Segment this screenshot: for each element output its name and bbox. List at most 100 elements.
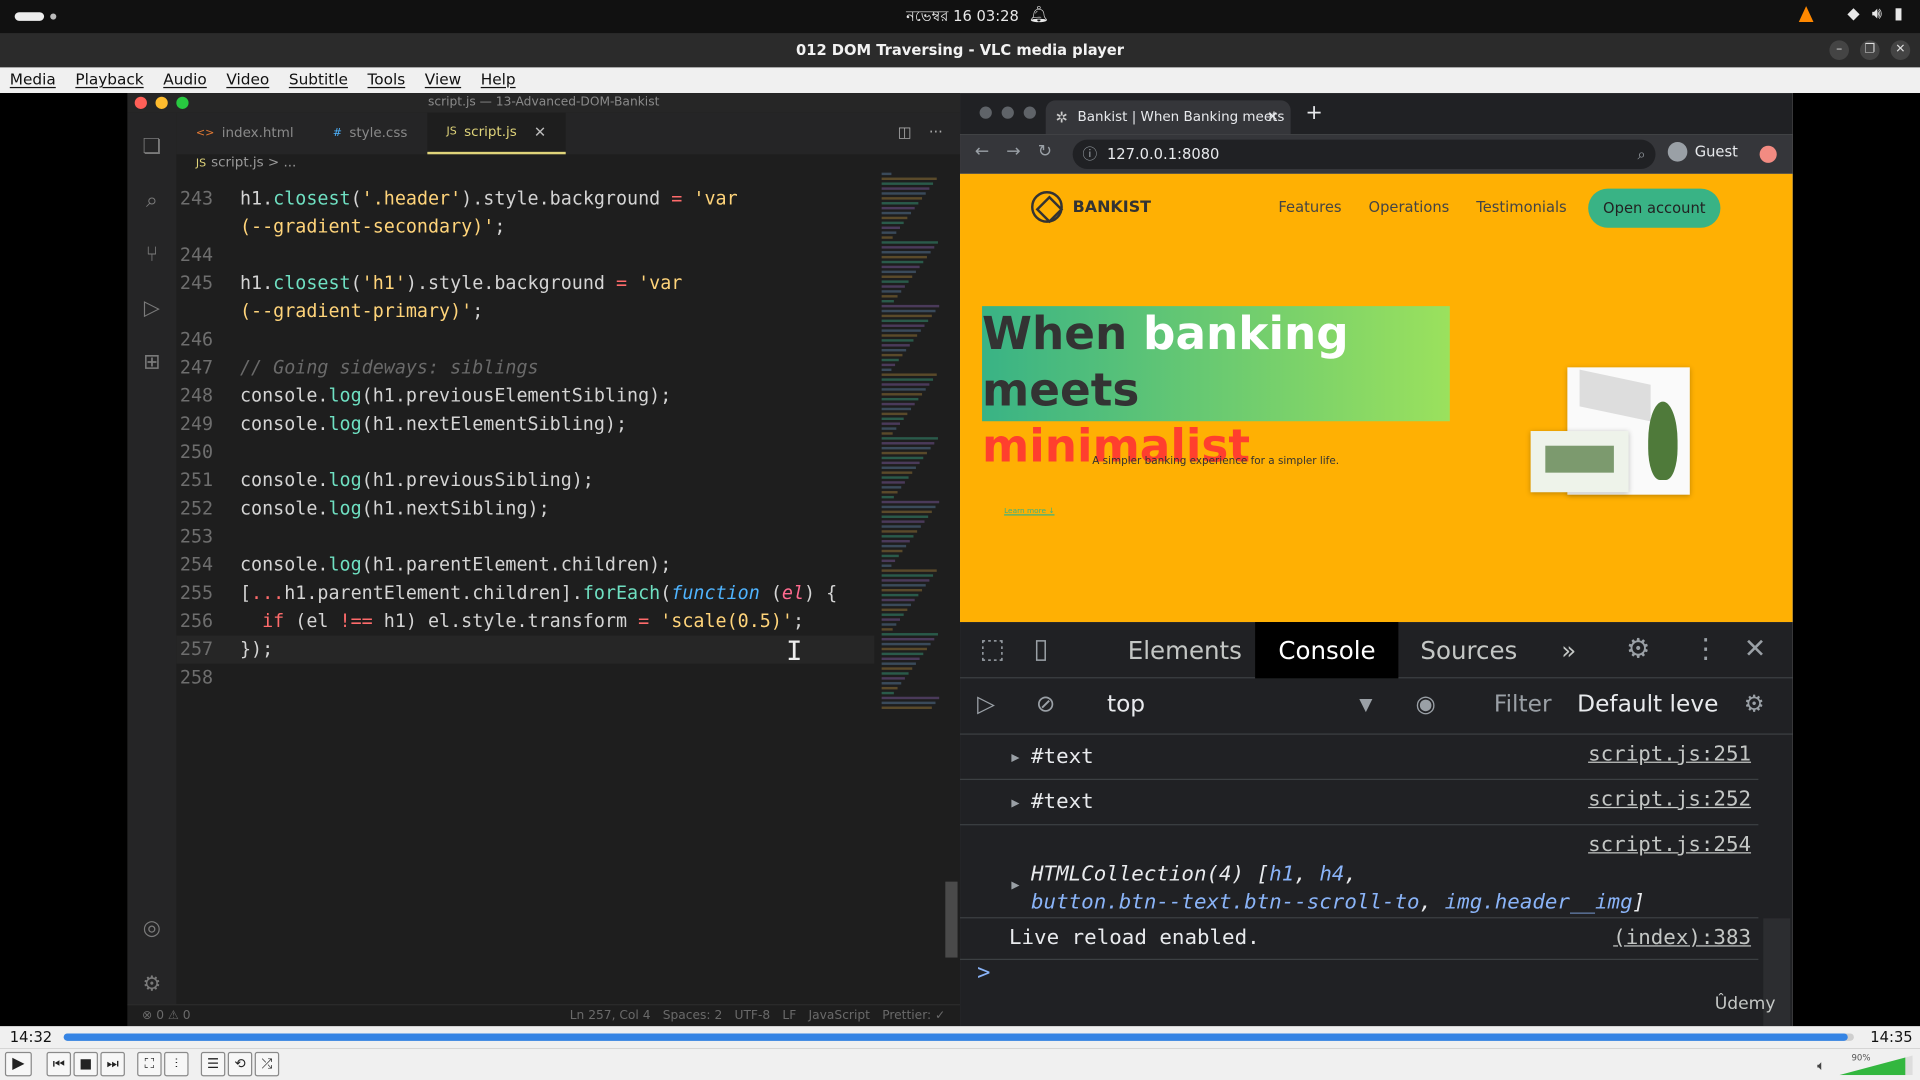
minimap-line (881, 265, 920, 269)
menu-view[interactable]: View (415, 67, 471, 93)
tab-script-js: JS script.js ✕ (426, 112, 566, 155)
minimap-line (881, 402, 915, 406)
sidebar-toggle-icon: ▷ (977, 690, 996, 718)
battery-icon: ▮ (1894, 4, 1903, 24)
menu-help[interactable]: Help (471, 67, 525, 93)
video-frame[interactable]: script.js — 13-Advanced-DOM-Bankist ❏ ⌕ … (0, 93, 1920, 1027)
notification-bell-icon[interactable]: 🔔︎ (1029, 6, 1049, 24)
minimap-line (881, 471, 913, 474)
devtools-menu-icon: ⋮ (1692, 634, 1720, 665)
minimap-line (881, 216, 908, 220)
extended-settings-icon[interactable]: ⫶ (164, 1051, 189, 1077)
minimap-line (881, 672, 909, 675)
minimap-line (881, 608, 908, 612)
next-icon[interactable]: ⏭ (100, 1051, 125, 1077)
js-file-icon: JS (446, 126, 457, 139)
line-number: 243 (179, 187, 214, 210)
vlc-title-bar: 012 DOM Traversing - VLC media player – … (0, 33, 1920, 68)
minimap-line (881, 662, 916, 665)
status-bar: ⊗ 0 ⚠ 0 Ln 257, Col 4 Spaces: 2 UTF-8 LF… (127, 1004, 961, 1027)
minimap-line (881, 241, 938, 244)
seek-bar[interactable]: 14:32 14:35 (0, 1026, 1920, 1049)
minimap-line (881, 368, 892, 372)
previous-icon[interactable]: ⏮ (46, 1051, 72, 1077)
minimap-line (881, 417, 904, 421)
menu-media[interactable]: Media (0, 67, 66, 93)
restore-button[interactable]: ❐ (1860, 40, 1880, 61)
encoding: UTF-8 (734, 1008, 771, 1023)
collection-item: h4 (1319, 862, 1345, 887)
tab-index-html: <> index.html (176, 113, 313, 155)
close-button[interactable]: ✕ (1890, 40, 1911, 61)
loop-icon[interactable]: ⟲ (227, 1051, 253, 1077)
minimap-line (881, 451, 927, 455)
minimap-line (881, 628, 893, 631)
line-number: 247 (179, 356, 214, 379)
extensions-icon: ⊞ (143, 350, 161, 375)
source-link: script.js:252 (1588, 787, 1752, 812)
menu-tools[interactable]: Tools (358, 67, 415, 93)
minimap-line (881, 647, 927, 651)
workspace-dot (50, 13, 57, 20)
vscode-minimize-dot (155, 96, 168, 109)
play-button[interactable]: ▶ (4, 1051, 32, 1077)
minimap-line (881, 280, 909, 283)
vlc-tray-icon[interactable] (1798, 6, 1814, 23)
code-line: 253 (176, 523, 874, 551)
devtools-tabs: ⬚ ▯ Elements Console Sources » ⚙ ⋮ ✕ (960, 622, 1793, 679)
volume-icon: 🔊︎ (1871, 4, 1882, 24)
console-output: ▶ #text script.js:251 ▶ #text script.js:… (960, 735, 1759, 961)
minimap-line (881, 682, 902, 685)
browser-toolbar: ← → ↻ ⓘ 127.0.0.1:8080 ⌕ Guest (960, 134, 1793, 174)
seek-track[interactable] (63, 1033, 1854, 1041)
minimap-line (881, 652, 924, 656)
learn-more-link: Learn more ↓ (1004, 506, 1055, 516)
source-control-icon: ⑂ (145, 242, 159, 267)
udemy-watermark: Ûdemy (1714, 994, 1776, 1014)
vscode-window: script.js — 13-Advanced-DOM-Bankist ❏ ⌕ … (127, 93, 961, 1027)
playlist-icon[interactable]: ☰ (200, 1051, 226, 1077)
code-line: 249 console.log(h1.nextElementSibling); (176, 410, 874, 438)
live-expression-icon: ◉ (1415, 690, 1436, 718)
activities-indicator[interactable] (14, 12, 45, 21)
nav-features: Features (1278, 198, 1342, 216)
hero-heading: When banking meets minimalist (982, 306, 1472, 475)
minimize-button[interactable]: – (1829, 40, 1849, 61)
vscode-title: script.js — 13-Advanced-DOM-Bankist (427, 95, 660, 109)
code-text: console.log(h1.nextElementSibling); (240, 412, 628, 435)
editor-actions: ◫ ··· (898, 124, 943, 141)
stop-icon[interactable]: ■ (73, 1051, 98, 1077)
minimap-line (881, 677, 905, 680)
system-clock[interactable]: নভেম্বর 16 03:28 (906, 6, 1019, 30)
console-text: #text (1031, 744, 1094, 769)
headline-word: When (982, 307, 1144, 361)
collection-item: button.btn--text.btn--scroll-to (1031, 890, 1420, 915)
devtools-close-icon: ✕ (1743, 634, 1767, 665)
collection-prefix: HTMLCollection(4) [ (1031, 862, 1270, 887)
menu-subtitle[interactable]: Subtitle (279, 67, 358, 93)
menu-video[interactable]: Video (217, 67, 279, 93)
code-text: // Going sideways: siblings (240, 356, 539, 379)
minimap-line (881, 579, 930, 582)
speaker-icon: 🔈︎ (1817, 1057, 1826, 1074)
menu-playback[interactable]: Playback (66, 67, 154, 93)
fullscreen-icon[interactable]: ⛶ (137, 1051, 162, 1077)
minimap-line (881, 520, 925, 523)
logo-text: BANKIST (1072, 197, 1152, 217)
system-tray[interactable]: ◆ 🔊︎ ▮ (1798, 5, 1903, 23)
minimap-line (881, 295, 898, 298)
total-time[interactable]: 14:35 (1870, 1029, 1912, 1046)
minimap-line (881, 251, 931, 254)
code-line: 257}); (176, 635, 875, 664)
line-number: 249 (179, 412, 214, 435)
playback-controls: ▶ ⏮ ■ ⏭ ⛶ ⫶ ☰ ⟲ ⤮ 🔈︎ 90% (0, 1048, 1920, 1080)
line-number: 252 (179, 497, 214, 520)
minimap-line (881, 197, 923, 200)
minimap-line (881, 505, 936, 509)
menu-audio[interactable]: Audio (153, 67, 216, 93)
code-text: console.log(h1.previousSibling); (240, 468, 594, 492)
more-tabs: » (1561, 635, 1577, 665)
volume-slider[interactable]: 🔈︎ 90% (1817, 1053, 1913, 1076)
shuffle-icon[interactable]: ⤮ (254, 1051, 280, 1077)
css-file-icon: # (332, 127, 342, 140)
